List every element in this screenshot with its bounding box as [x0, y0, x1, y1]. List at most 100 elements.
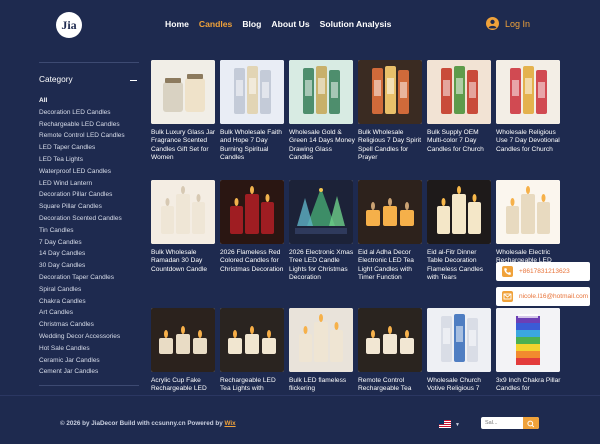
search-input[interactable] — [481, 417, 523, 429]
site-header: Jia Home Candles Blog About Us Solution … — [0, 0, 600, 50]
product-image[interactable] — [496, 180, 560, 244]
category-item[interactable]: LED Wind Lantern — [39, 178, 149, 190]
product-image[interactable] — [496, 308, 560, 372]
product-title[interactable]: Eid al Adha Decor Electronic LED Tea Lig… — [358, 249, 424, 282]
product-card[interactable]: Remote Control Rechargeable Tea — [358, 308, 422, 394]
search-button[interactable] — [523, 417, 539, 429]
category-item-all[interactable]: All — [39, 95, 149, 107]
product-card[interactable]: 2026 Flameless Red Colored Candles for C… — [220, 180, 284, 274]
language-flag-icon[interactable] — [439, 420, 451, 428]
glass-candle-icon — [496, 60, 560, 124]
product-image[interactable] — [358, 180, 422, 244]
category-item[interactable]: Spiral Candles — [39, 284, 149, 296]
tealight-icon — [220, 308, 284, 372]
product-image[interactable] — [427, 60, 491, 124]
product-card[interactable]: Eid al Adha Decor Electronic LED Tea Lig… — [358, 180, 422, 282]
category-item[interactable]: Decoration LED Candles — [39, 107, 149, 119]
product-card[interactable]: Wholesale Gold & Green 14 Days Money Dra… — [289, 60, 355, 162]
category-item[interactable]: Remote Control LED Candles — [39, 130, 149, 142]
product-card[interactable]: Bulk Wholesale Faith and Hope 7 Day Burn… — [220, 60, 284, 162]
product-title[interactable]: Bulk Luxury Glass Jar Fragrance Scented … — [151, 129, 217, 162]
product-image[interactable] — [496, 60, 560, 124]
product-title[interactable]: Wholesale Religious Use 7 Day Devotional… — [496, 129, 562, 154]
category-heading[interactable]: Category — [39, 74, 139, 84]
product-image[interactable] — [151, 60, 215, 124]
category-item[interactable]: Hot Sale Candles — [39, 343, 149, 355]
nav-item-about-us[interactable]: About Us — [271, 19, 309, 29]
product-card[interactable]: Wholesale Religious Use 7 Day Devotional… — [496, 60, 560, 154]
product-image[interactable] — [220, 308, 284, 372]
product-card[interactable]: Wholesale Electric Rechargeable LED Cand… — [496, 180, 560, 274]
category-item[interactable]: Cement Jar Candles — [39, 366, 149, 378]
product-title[interactable]: Wholesale Church Votive Religious 7 — [427, 377, 493, 394]
product-card[interactable]: 3x9 Inch Chakra Pillar Candles for — [496, 308, 562, 394]
category-item[interactable]: Rechargeable LED Candles — [39, 119, 149, 131]
main-nav: Home Candles Blog About Us Solution Anal… — [165, 19, 391, 29]
product-card[interactable]: Rechargeable LED Tea Lights with — [220, 308, 284, 394]
category-item[interactable]: Ceramic Jar Candles — [39, 355, 149, 367]
product-image[interactable] — [151, 180, 215, 244]
product-title[interactable]: Bulk Wholesale Religious 7 Day Spirit Sp… — [358, 129, 424, 162]
category-item[interactable]: Christmas Candles — [39, 319, 149, 331]
nav-item-candles[interactable]: Candles — [199, 19, 232, 29]
product-image[interactable] — [289, 60, 353, 124]
login-button[interactable]: Log In — [486, 17, 530, 30]
chevron-down-icon[interactable]: ▼ — [455, 422, 460, 428]
wix-link[interactable]: Wix — [224, 420, 235, 427]
category-item[interactable]: Tin Candles — [39, 225, 149, 237]
product-title[interactable]: 3x9 Inch Chakra Pillar Candles for — [496, 377, 562, 394]
contact-email-button[interactable]: nicole.l16@hotmail.com — [496, 287, 590, 306]
product-card[interactable]: Bulk Wholesale Religious 7 Day Spirit Sp… — [358, 60, 422, 162]
product-image[interactable] — [289, 308, 353, 372]
category-item[interactable]: 14 Day Candles — [39, 248, 149, 260]
category-item[interactable]: Waterproof LED Candles — [39, 166, 149, 178]
product-title[interactable]: Eid al-Fitr Dinner Table Decoration Flam… — [427, 249, 493, 282]
product-card[interactable]: Bulk Supply OEM Multi-color 7 Day Candle… — [427, 60, 491, 154]
product-title[interactable]: 2026 Flameless Red Colored Candles for C… — [220, 249, 286, 274]
product-image[interactable] — [289, 180, 353, 244]
product-title[interactable]: Rechargeable LED Tea Lights with — [220, 377, 286, 394]
product-title[interactable]: Bulk LED flameless flickering — [289, 377, 355, 394]
product-card[interactable]: Bulk Luxury Glass Jar Fragrance Scented … — [151, 60, 215, 162]
contact-phone-button[interactable]: +8617831213623 — [496, 262, 590, 281]
product-card[interactable]: Wholesale Church Votive Religious 7 — [427, 308, 491, 394]
category-item[interactable]: 7 Day Candles — [39, 237, 149, 249]
product-image[interactable] — [427, 308, 491, 372]
product-image[interactable] — [427, 180, 491, 244]
product-title[interactable]: Acrylic Cup Fake Rechargeable LED — [151, 377, 217, 394]
product-image[interactable] — [151, 308, 215, 372]
category-item[interactable]: Wedding Decor Accessories — [39, 331, 149, 343]
product-title[interactable]: Bulk Supply OEM Multi-color 7 Day Candle… — [427, 129, 493, 154]
category-item[interactable]: Chakra Candles — [39, 296, 149, 308]
product-title[interactable]: Bulk Wholesale Faith and Hope 7 Day Burn… — [220, 129, 286, 162]
category-item[interactable]: Decoration Taper Candles — [39, 272, 149, 284]
product-image[interactable] — [220, 180, 284, 244]
product-image[interactable] — [220, 60, 284, 124]
product-image[interactable] — [358, 308, 422, 372]
category-item[interactable]: Decoration Scented Candles — [39, 213, 149, 225]
category-item[interactable]: Decoration Pillar Candles — [39, 189, 149, 201]
category-item[interactable]: 30 Day Candles — [39, 260, 149, 272]
category-item[interactable]: LED Tea Lights — [39, 154, 149, 166]
product-title[interactable]: Wholesale Gold & Green 14 Days Money Dra… — [289, 129, 355, 162]
collapse-icon[interactable] — [130, 80, 137, 81]
chakra-candle-icon — [496, 308, 560, 372]
nav-item-solution-analysis[interactable]: Solution Analysis — [320, 19, 392, 29]
site-logo[interactable]: Jia — [56, 12, 82, 38]
product-card[interactable]: Acrylic Cup Fake Rechargeable LED — [151, 308, 215, 394]
nav-item-home[interactable]: Home — [165, 19, 189, 29]
product-card[interactable]: Bulk Wholesale Ramadan 30 Day Countdown … — [151, 180, 215, 274]
nav-item-blog[interactable]: Blog — [242, 19, 261, 29]
product-title[interactable]: 2026 Electronic Xmas Tree LED Candle Lig… — [289, 249, 355, 282]
product-title[interactable]: Remote Control Rechargeable Tea — [358, 377, 424, 394]
product-title[interactable]: Bulk Wholesale Ramadan 30 Day Countdown … — [151, 249, 217, 274]
category-item[interactable]: LED Taper Candles — [39, 142, 149, 154]
product-card[interactable]: 2026 Electronic Xmas Tree LED Candle Lig… — [289, 180, 353, 282]
category-item[interactable]: Square Pillar Candles — [39, 201, 149, 213]
product-card[interactable]: Eid al-Fitr Dinner Table Decoration Flam… — [427, 180, 491, 282]
category-item[interactable]: Art Candles — [39, 307, 149, 319]
mail-icon — [502, 291, 513, 302]
product-card[interactable]: Bulk LED flameless flickering — [289, 308, 353, 394]
user-icon — [486, 17, 499, 30]
product-image[interactable] — [358, 60, 422, 124]
